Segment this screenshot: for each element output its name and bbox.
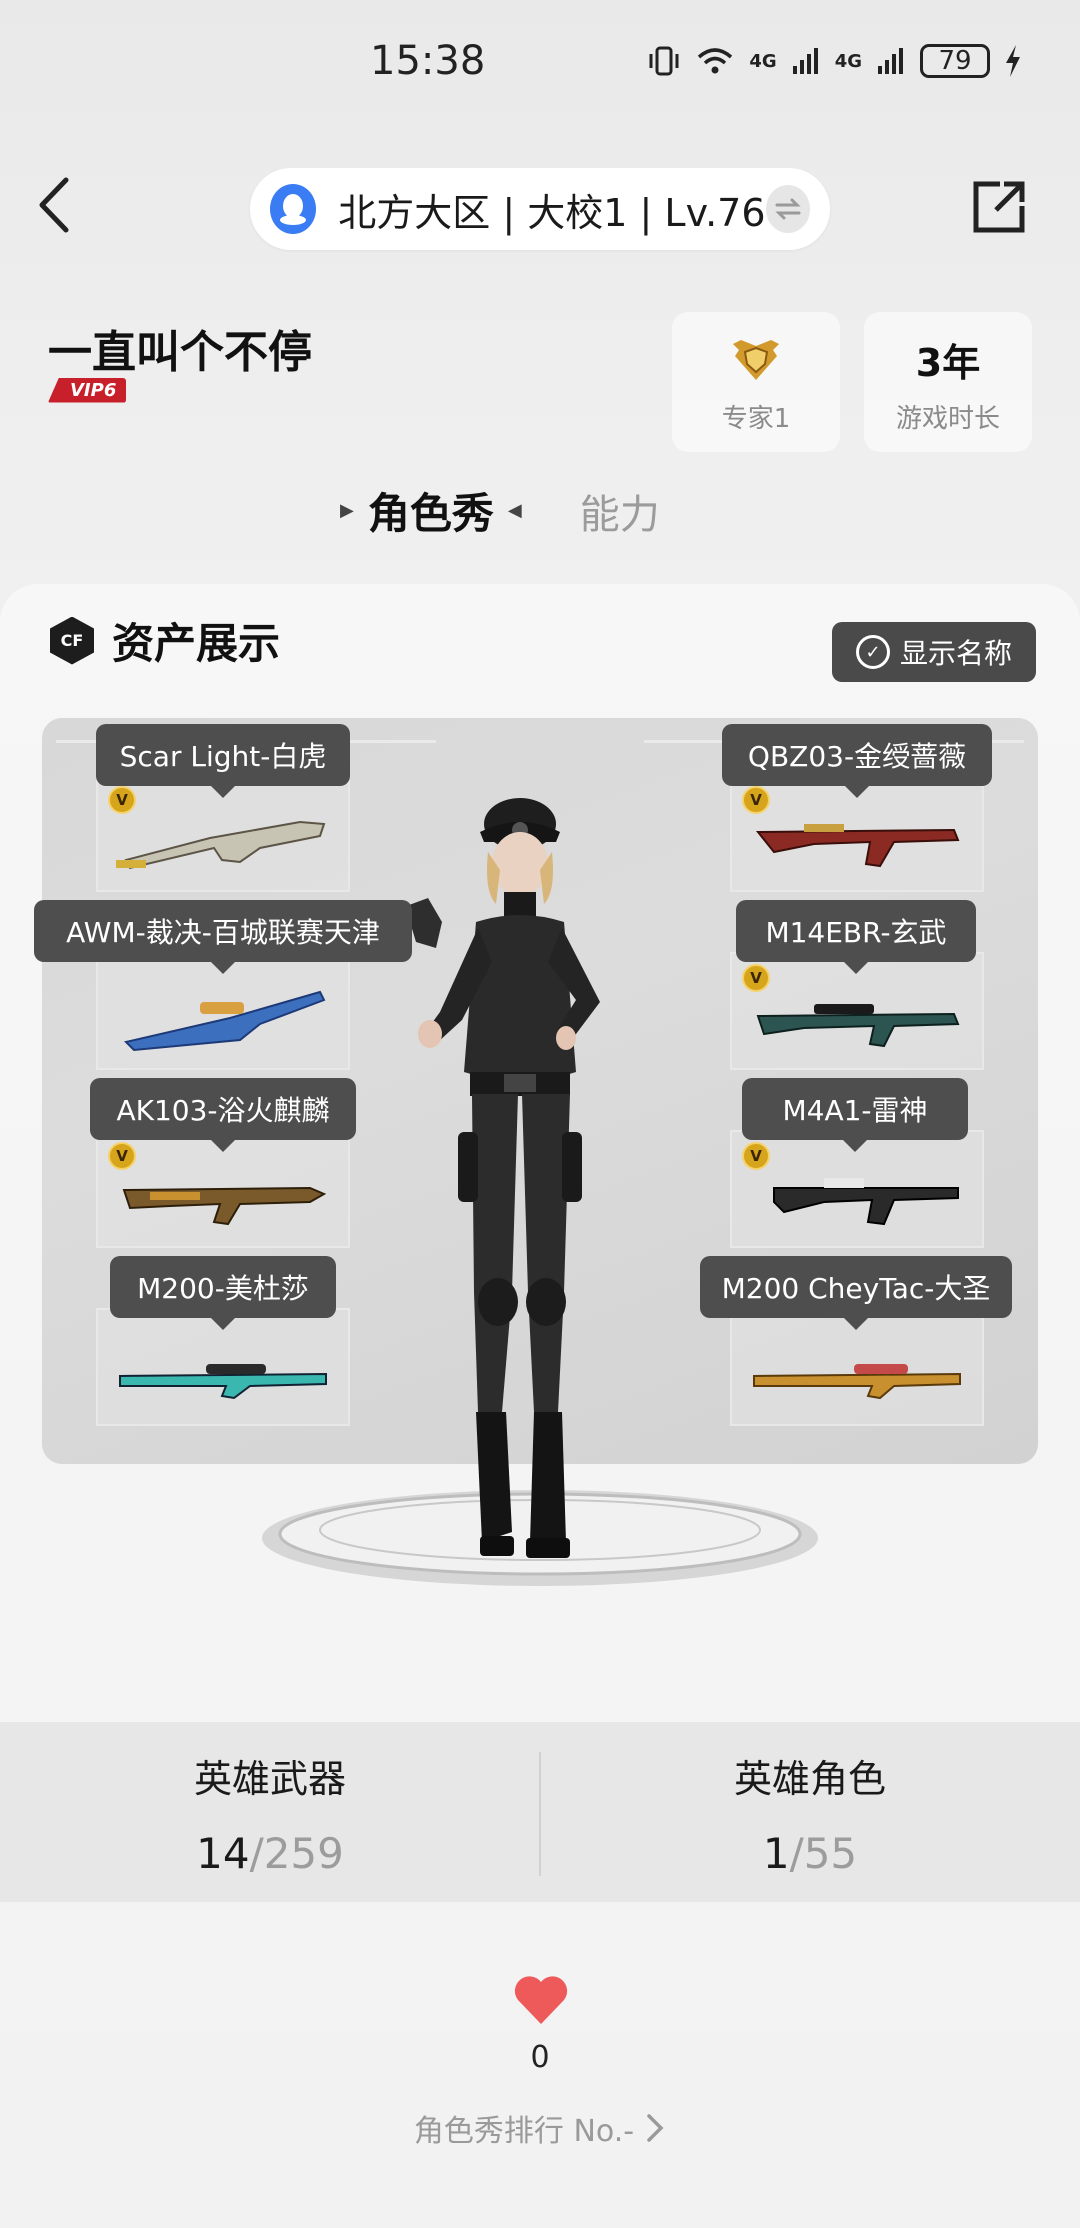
tab-ability[interactable]: 能力 (580, 482, 660, 540)
show-name-label: 显示名称 (899, 637, 1012, 670)
chevron-left-icon (39, 177, 69, 233)
weapon-name-ak103: AK103-浴火麒麟 (90, 1078, 356, 1152)
qq-icon (270, 184, 317, 234)
character-show-ranking-link[interactable]: 角色秀排行 No.- (0, 2106, 1080, 2150)
hero-weapons-stat[interactable]: 英雄武器 14/259 (0, 1748, 540, 1878)
tab-character-show-label: 角色秀 (367, 489, 494, 538)
check-circle-icon: ✓ (855, 635, 890, 669)
asset-title: 资产展示 (112, 619, 281, 668)
weapon-name-m200-cheytac: M200 CheyTac-大圣 (700, 1256, 1012, 1330)
show-name-toggle[interactable]: ✓ 显示名称 (832, 622, 1036, 682)
share-button[interactable] (970, 178, 1028, 236)
battery-indicator: 79 (920, 44, 990, 78)
network-4g-2: 4G (834, 50, 862, 72)
play-time-value: 3年 (915, 341, 981, 385)
hero-weapons-count: 14 (196, 1829, 250, 1878)
cf-logo-icon: CF (50, 616, 94, 665)
hero-weapons-label: 英雄武器 (193, 1757, 346, 1801)
hero-roles-stat[interactable]: 英雄角色 1/55 (540, 1748, 1080, 1878)
hero-roles-count: 1 (762, 1829, 790, 1878)
weapon-name-m200-medusa: M200-美杜莎 (110, 1256, 336, 1330)
rank-shield-icon (733, 339, 779, 380)
sniper-rifle-icon (119, 1364, 327, 1400)
tab-character-show[interactable]: ▶ 角色秀 ◀ (340, 480, 522, 541)
hero-roles-value: 1/55 (540, 1829, 1080, 1878)
weapon-name-qbz03: QBZ03-金绶蔷薇 (722, 724, 992, 798)
hero-weapons-total: /259 (249, 1829, 344, 1878)
play-time-label: 游戏时长 (895, 403, 1000, 434)
vibrate-icon (649, 46, 679, 76)
hero-weapons-value: 14/259 (0, 1829, 540, 1878)
hero-roles-total: /55 (789, 1829, 858, 1878)
server-selector[interactable]: 北方大区 | 大校1 | Lv.76 (250, 168, 830, 250)
like-count: 0 (530, 2040, 550, 2075)
rank-card[interactable]: 专家1 (672, 312, 840, 452)
status-icons: 4G 4G 79 (647, 44, 1022, 78)
back-button[interactable] (28, 170, 88, 240)
rank-emblem (731, 330, 781, 390)
rifle-icon (116, 820, 326, 870)
weapon-name-m14ebr: M14EBR-玄武 (736, 900, 976, 974)
network-4g-1: 4G (749, 50, 777, 72)
hero-roles-label: 英雄角色 (733, 1757, 886, 1801)
assault-rifle-icon (122, 1186, 327, 1226)
view-tabs: ▶ 角色秀 ◀ 能力 (340, 480, 660, 541)
heart-icon[interactable] (512, 1974, 570, 2026)
charging-icon (1006, 45, 1020, 77)
sniper-rifle-icon (124, 990, 326, 1052)
play-time-card: 3年 游戏时长 (864, 312, 1032, 452)
weapon-name-m4a1: M4A1-雷神 (742, 1078, 968, 1152)
battle-rifle-icon (756, 1004, 960, 1048)
assault-rifle-icon (773, 1178, 959, 1226)
vip-level: VIP6 (48, 377, 127, 403)
vip-badge: VIP6 (48, 376, 127, 404)
server-info: 北方大区 | 大校1 | Lv.76 (338, 190, 766, 235)
tab-arrow-left-icon: ▶ (340, 500, 354, 521)
rank-label: 专家1 (721, 403, 791, 434)
wifi-icon (698, 48, 733, 74)
weapon-name-scar-light: Scar Light-白虎 (96, 724, 350, 798)
player-name: 一直叫个不停 (48, 327, 312, 378)
asset-title-row: CF 资产展示 (50, 610, 280, 671)
tab-arrow-right-icon: ◀ (507, 500, 522, 521)
signal-icon-2 (878, 48, 903, 74)
swap-icon[interactable] (765, 185, 810, 233)
sniper-rifle-icon (753, 1364, 961, 1400)
share-icon (973, 181, 1025, 233)
signal-icon (792, 48, 818, 74)
assault-rifle-icon (755, 824, 960, 868)
status-time: 15:38 (370, 38, 486, 84)
character-model (390, 798, 600, 1558)
ranking-label: 角色秀排行 No.- (413, 2114, 635, 2149)
weapon-name-awm: AWM-裁决-百城联赛天津 (34, 900, 412, 974)
chevron-right-icon (647, 2114, 664, 2142)
